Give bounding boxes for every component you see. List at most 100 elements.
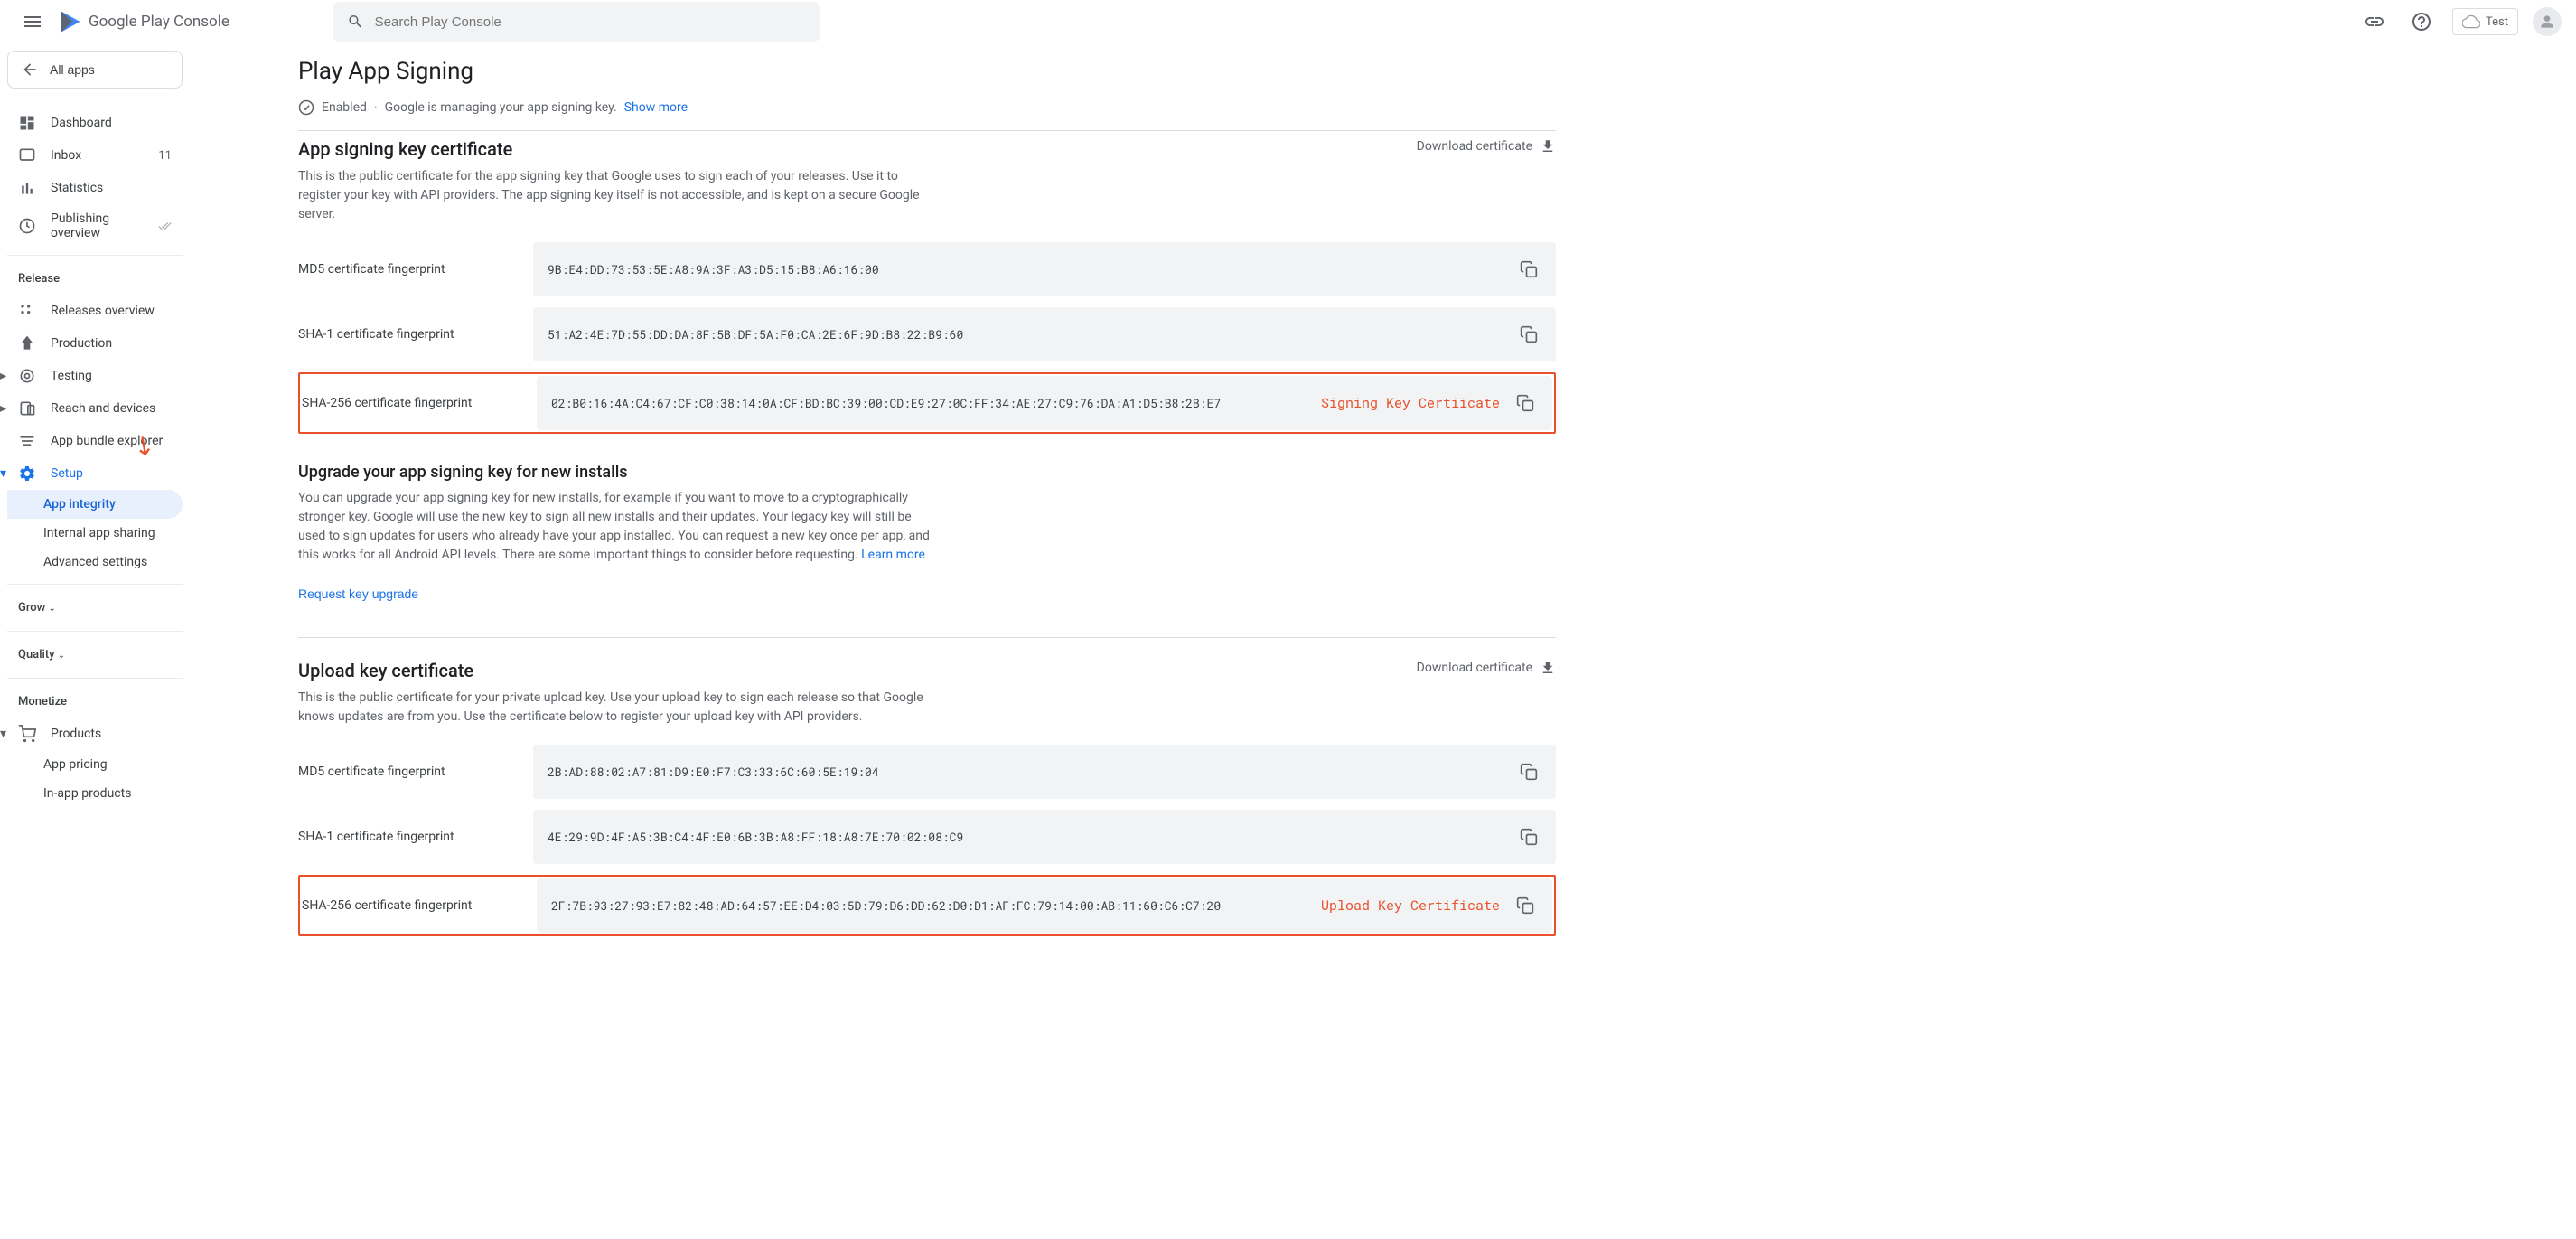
sidebar-item-testing[interactable]: ▸ Testing bbox=[7, 360, 183, 392]
sha1-row: SHA-1 certificate fingerprint 51:A2:4E:7… bbox=[298, 307, 1556, 361]
inbox-count: 11 bbox=[158, 149, 172, 163]
all-apps-label: All apps bbox=[50, 62, 95, 77]
link-icon bbox=[2364, 11, 2385, 33]
link-button[interactable] bbox=[2358, 5, 2391, 38]
upload-sha256-highlighted: SHA-256 certificate fingerprint 2F:7B:93… bbox=[298, 875, 1556, 936]
sidebar-item-statistics[interactable]: Statistics bbox=[7, 172, 183, 204]
copy-button[interactable] bbox=[1513, 893, 1538, 918]
section-release: Release bbox=[7, 263, 183, 295]
copy-icon bbox=[1516, 896, 1534, 915]
signing-section-title: App signing key certificate bbox=[298, 138, 512, 160]
cloud-icon bbox=[2462, 13, 2480, 31]
sidebar-item-products[interactable]: ▾ Products bbox=[7, 718, 183, 750]
copy-button[interactable] bbox=[1516, 257, 1541, 282]
app-chip[interactable]: Test bbox=[2452, 8, 2518, 35]
avatar[interactable] bbox=[2533, 7, 2562, 36]
sidebar-item-dashboard[interactable]: Dashboard bbox=[7, 107, 183, 139]
arrow-back-icon bbox=[21, 61, 39, 79]
releases-icon bbox=[18, 302, 36, 320]
copy-icon bbox=[1520, 828, 1538, 846]
sha1-label: SHA-1 certificate fingerprint bbox=[298, 327, 533, 342]
header-right: Test bbox=[2358, 5, 2562, 38]
check-icon bbox=[298, 99, 314, 116]
nav-label: In-app products bbox=[43, 786, 131, 801]
section-grow[interactable]: Grow ⌄ bbox=[7, 592, 183, 624]
nav-label: Releases overview bbox=[51, 304, 155, 318]
chevron-down-icon: ⌄ bbox=[58, 651, 65, 661]
gear-icon bbox=[18, 465, 36, 483]
md5-value-box: 9B:E4:DD:73:53:5E:A8:9A:3F:A3:D5:15:B8:A… bbox=[533, 242, 1556, 296]
section-quality[interactable]: Quality ⌄ bbox=[7, 639, 183, 671]
menu-button[interactable] bbox=[14, 4, 51, 40]
upload-md5-value-box: 2B:AD:88:02:A7:81:D9:E0:F7:C3:33:6C:60:5… bbox=[533, 745, 1556, 799]
sidebar-item-advanced-settings[interactable]: Advanced settings bbox=[7, 548, 183, 577]
play-console-icon bbox=[58, 9, 83, 34]
signing-desc: This is the public certificate for the a… bbox=[298, 167, 931, 224]
devices-icon bbox=[18, 399, 36, 418]
sidebar-item-reach[interactable]: ▸ Reach and devices bbox=[7, 392, 183, 425]
nav-label: App bundle explorer bbox=[51, 434, 163, 448]
copy-button[interactable] bbox=[1513, 390, 1538, 416]
app-name: Test bbox=[2486, 15, 2508, 29]
sha256-highlighted: SHA-256 certificate fingerprint 02:B0:16… bbox=[298, 372, 1556, 434]
sidebar-item-internal-sharing[interactable]: Internal app sharing bbox=[7, 519, 183, 548]
divider bbox=[7, 584, 183, 585]
main-content: Play App Signing Enabled · Google is man… bbox=[190, 43, 1635, 983]
sidebar-item-app-integrity[interactable]: App integrity bbox=[7, 490, 183, 519]
nav-label: Production bbox=[51, 336, 112, 351]
sidebar-item-production[interactable]: Production bbox=[7, 327, 183, 360]
copy-icon bbox=[1520, 763, 1538, 781]
inbox-icon bbox=[18, 146, 36, 164]
copy-button[interactable] bbox=[1516, 322, 1541, 347]
nav-label: Testing bbox=[51, 369, 92, 383]
copy-button[interactable] bbox=[1516, 824, 1541, 849]
sidebar-item-in-app[interactable]: In-app products bbox=[7, 779, 183, 808]
nav-label: Internal app sharing bbox=[43, 526, 155, 540]
sha256-value-box: 02:B0:16:4A:C4:67:CF:C0:38:14:0A:CF:BD:B… bbox=[537, 376, 1552, 430]
download-upload-cert[interactable]: Download certificate bbox=[1417, 660, 1556, 676]
sidebar-item-setup[interactable]: ▾ Setup bbox=[7, 457, 183, 490]
sidebar-item-app-pricing[interactable]: App pricing bbox=[7, 750, 183, 779]
logo[interactable]: Google Play Console bbox=[58, 9, 229, 34]
all-apps-button[interactable]: All apps bbox=[7, 51, 183, 89]
sidebar-item-bundle[interactable]: App bundle explorer bbox=[7, 425, 183, 457]
upload-sha1-value: 4E:29:9D:4F:A5:3B:C4:4F:E0:6B:3B:A8:FF:1… bbox=[548, 829, 1505, 845]
chevron-right-icon: ▸ bbox=[0, 401, 6, 416]
upload-sha1-label: SHA-1 certificate fingerprint bbox=[298, 830, 533, 844]
sidebar: All apps Dashboard Inbox 11 Statistics P… bbox=[0, 43, 190, 983]
nav-label: Products bbox=[51, 727, 101, 741]
show-more-link[interactable]: Show more bbox=[624, 100, 688, 115]
managing-label: Google is managing your app signing key. bbox=[385, 100, 617, 115]
copy-icon bbox=[1516, 394, 1534, 412]
separator: · bbox=[374, 100, 378, 115]
sha256-value: 02:B0:16:4A:C4:67:CF:C0:38:14:0A:CF:BD:B… bbox=[551, 395, 1502, 411]
nav-label: Statistics bbox=[51, 181, 103, 195]
nav-label: Advanced settings bbox=[43, 555, 147, 569]
search-bar[interactable] bbox=[333, 2, 820, 42]
copy-icon bbox=[1520, 325, 1538, 343]
copy-button[interactable] bbox=[1516, 759, 1541, 784]
sidebar-item-publishing[interactable]: Publishing overview bbox=[7, 204, 183, 248]
sidebar-item-releases-overview[interactable]: Releases overview bbox=[7, 295, 183, 327]
upload-md5-row: MD5 certificate fingerprint 2B:AD:88:02:… bbox=[298, 745, 1556, 799]
nav-label: Reach and devices bbox=[51, 401, 155, 416]
publishing-icon bbox=[18, 217, 36, 235]
learn-more-link[interactable]: Learn more bbox=[861, 548, 925, 562]
search-input[interactable] bbox=[375, 14, 806, 30]
sidebar-item-inbox[interactable]: Inbox 11 bbox=[7, 139, 183, 172]
rocket-icon bbox=[18, 334, 36, 352]
md5-row: MD5 certificate fingerprint 9B:E4:DD:73:… bbox=[298, 242, 1556, 296]
upload-desc: This is the public certificate for your … bbox=[298, 689, 931, 727]
download-signing-cert[interactable]: Download certificate bbox=[1417, 138, 1556, 155]
cart-icon bbox=[18, 725, 36, 743]
person-icon bbox=[2538, 13, 2556, 31]
request-upgrade-button[interactable]: Request key upgrade bbox=[298, 587, 418, 601]
nav-label: Publishing overview bbox=[51, 211, 144, 240]
help-icon bbox=[2411, 11, 2432, 33]
logo-text: Google Play Console bbox=[89, 13, 229, 31]
upload-sha1-row: SHA-1 certificate fingerprint 4E:29:9D:4… bbox=[298, 810, 1556, 864]
help-button[interactable] bbox=[2405, 5, 2438, 38]
upload-section-title: Upload key certificate bbox=[298, 660, 473, 681]
download-icon bbox=[1540, 660, 1556, 676]
section-divider bbox=[298, 637, 1556, 638]
